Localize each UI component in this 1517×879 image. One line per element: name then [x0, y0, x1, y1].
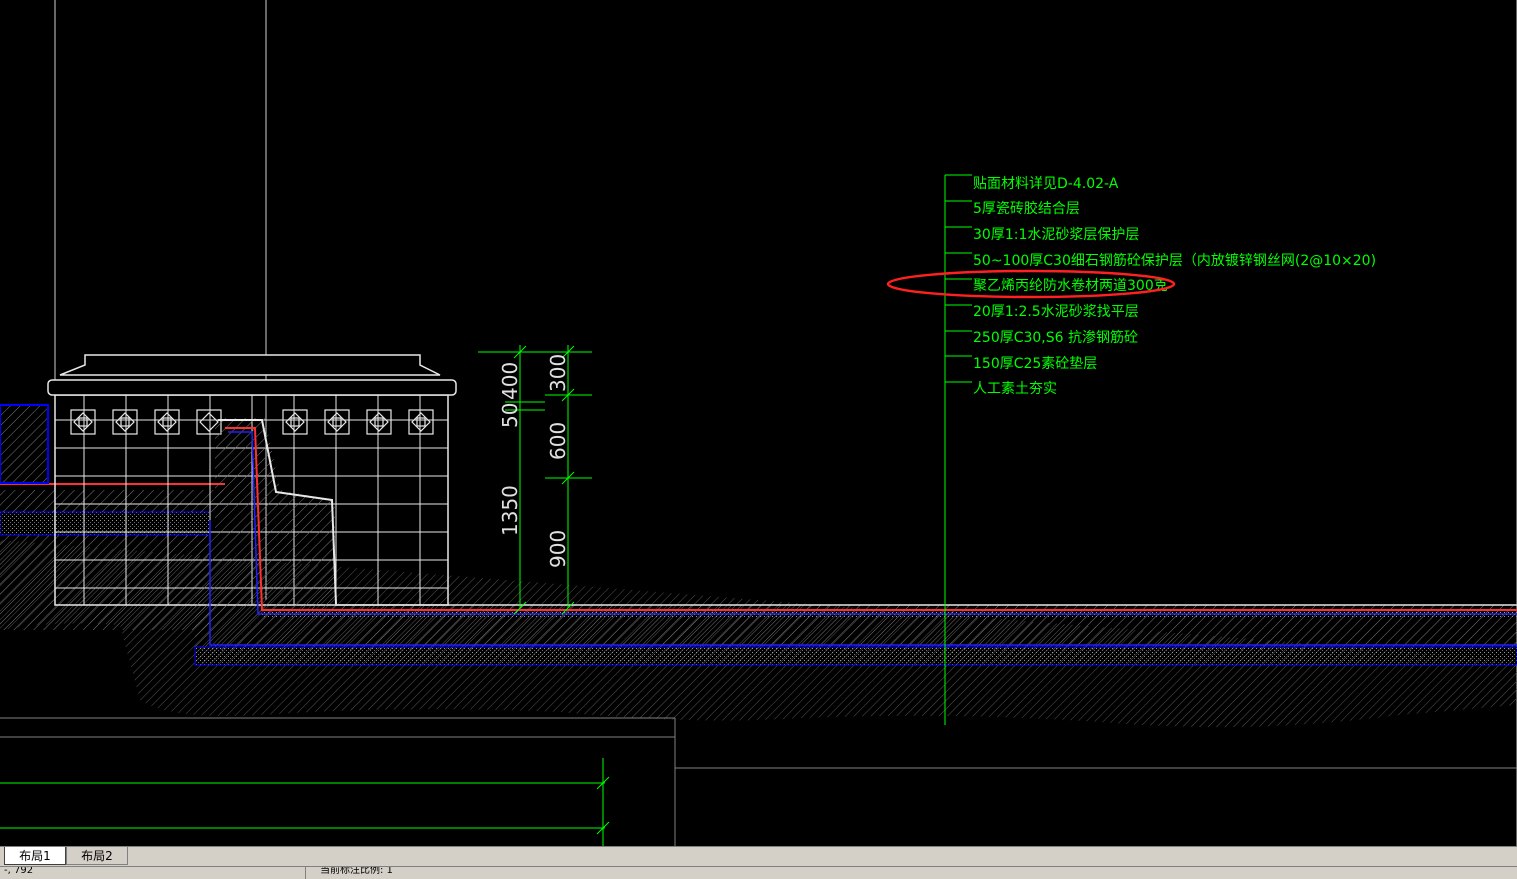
annotation-0: 贴面材料详见D-4.02-A — [973, 176, 1119, 192]
cad-drawing-canvas[interactable]: 1350 50 400 300 600 900 贴面材料详见D-4.02-A 5… — [0, 0, 1517, 846]
layout-tab-bar: 布局1 布局2 — [0, 846, 1517, 866]
annotation-1: 5厚瓷砖胶结合层 — [973, 200, 1080, 217]
left-edge-wall — [0, 404, 49, 484]
status-bar: -, 792 当前标注比例: 1 — [0, 866, 1517, 879]
dim-inner-600: 600 — [546, 422, 570, 460]
gravel-strip — [194, 646, 1517, 666]
annotation-scale-readout: 当前标注比例: 1 — [320, 866, 393, 876]
tab-layout-1[interactable]: 布局1 — [4, 847, 66, 865]
lower-frames — [0, 717, 1517, 846]
pier-top-layer — [262, 612, 1517, 618]
annotation-2: 30厚1:1水泥砂浆层保护层 — [973, 227, 1139, 243]
annotation-5: 20厚1:2.5水泥砂浆找平层 — [973, 304, 1139, 320]
dim-inner-300: 300 — [546, 354, 570, 392]
dimension-lines — [478, 345, 592, 615]
dim-inner-900: 900 — [546, 530, 570, 568]
wall-cap — [47, 379, 457, 396]
tab-layout-2[interactable]: 布局2 — [66, 847, 128, 865]
dim-outer-400: 400 — [498, 362, 522, 400]
annotation-3: 50~100厚C30细石钢筋砼保护层（内放镀锌钢丝网(2@10×20) — [973, 252, 1376, 269]
dim-total: 1350 — [498, 485, 522, 536]
status-divider — [305, 867, 306, 879]
annotation-7: 150厚C25素砼垫层 — [973, 356, 1097, 372]
wall-cap-top — [59, 354, 441, 376]
annotation-6: 250厚C30,S6 抗渗钢筋砼 — [973, 329, 1138, 346]
dim-outer-50: 50 — [498, 403, 522, 428]
coordinate-readout: -, 792 — [4, 866, 34, 876]
annotation-8: 人工素土夯实 — [973, 381, 1057, 397]
